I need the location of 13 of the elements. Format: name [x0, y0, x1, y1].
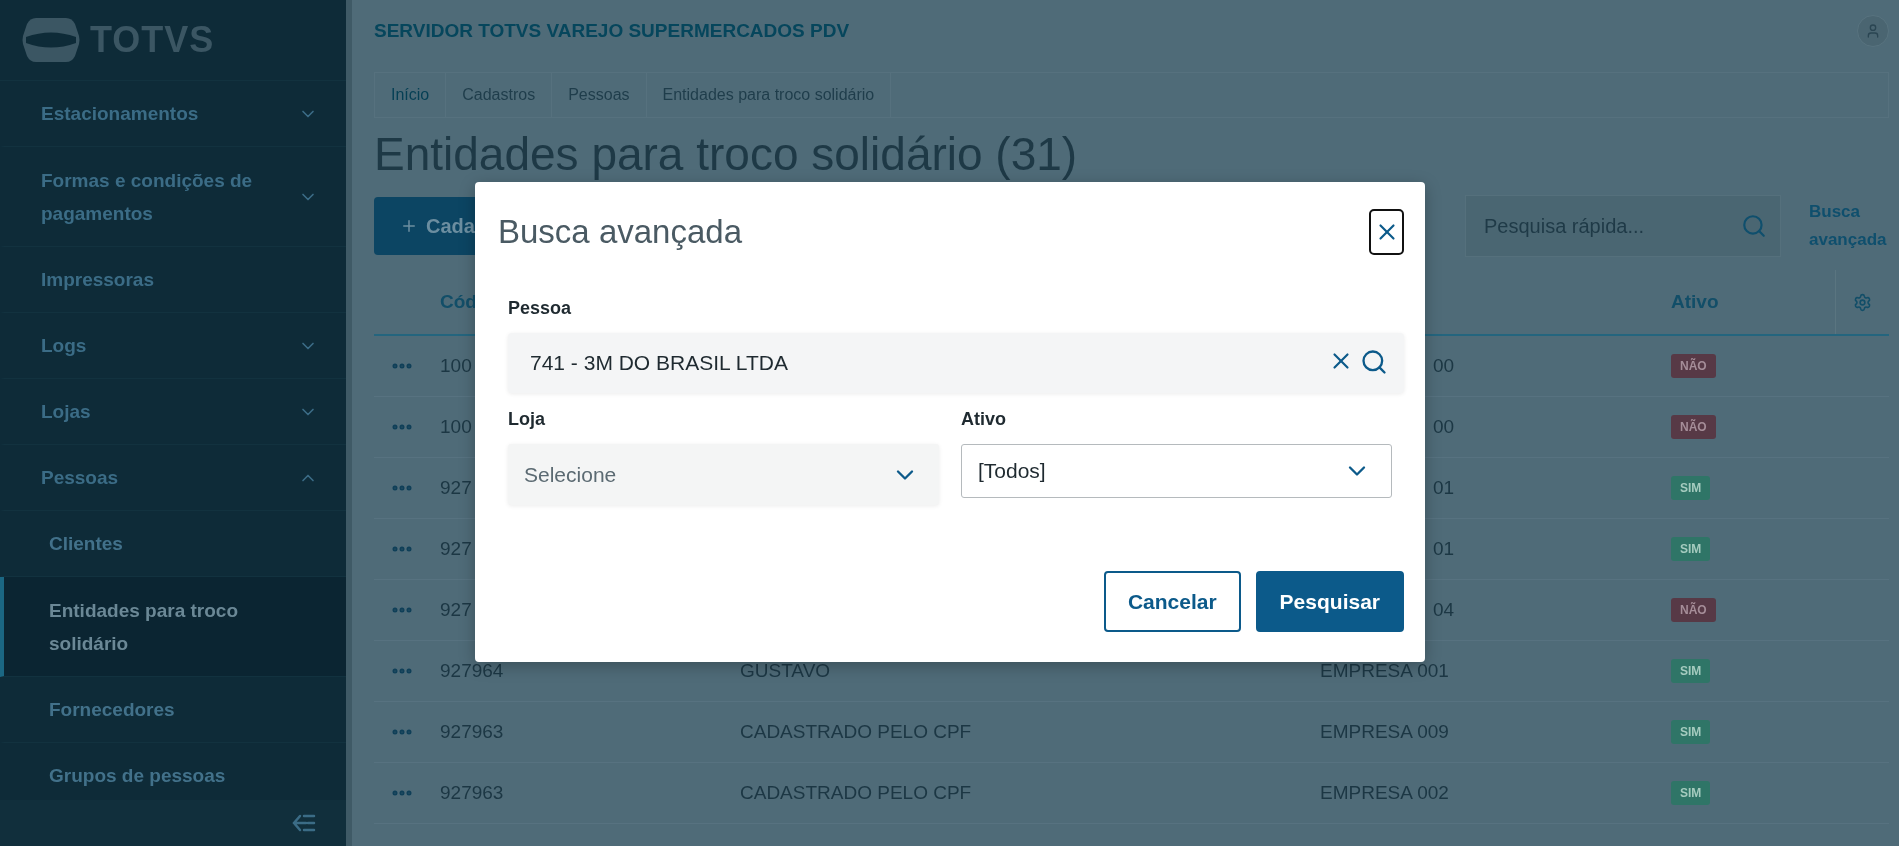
- status-badge: SIM: [1671, 659, 1711, 683]
- status-badge: SIM: [1671, 720, 1711, 744]
- field-label: Ativo: [961, 409, 1007, 430]
- status-badge: NÃO: [1671, 415, 1716, 439]
- dialog-title: Busca avançada: [498, 213, 742, 251]
- field-label: Loja: [508, 409, 546, 430]
- status-badge: NÃO: [1671, 354, 1716, 378]
- status-badge: SIM: [1671, 781, 1711, 805]
- field-label: Pessoa: [508, 298, 573, 319]
- status-badge: SIM: [1671, 476, 1711, 500]
- status-badge: NÃO: [1671, 598, 1716, 622]
- app-title: SERVIDOR TOTVS VAREJO SUPERMERCADOS PDV: [374, 20, 850, 42]
- status-badge: SIM: [1671, 537, 1711, 561]
